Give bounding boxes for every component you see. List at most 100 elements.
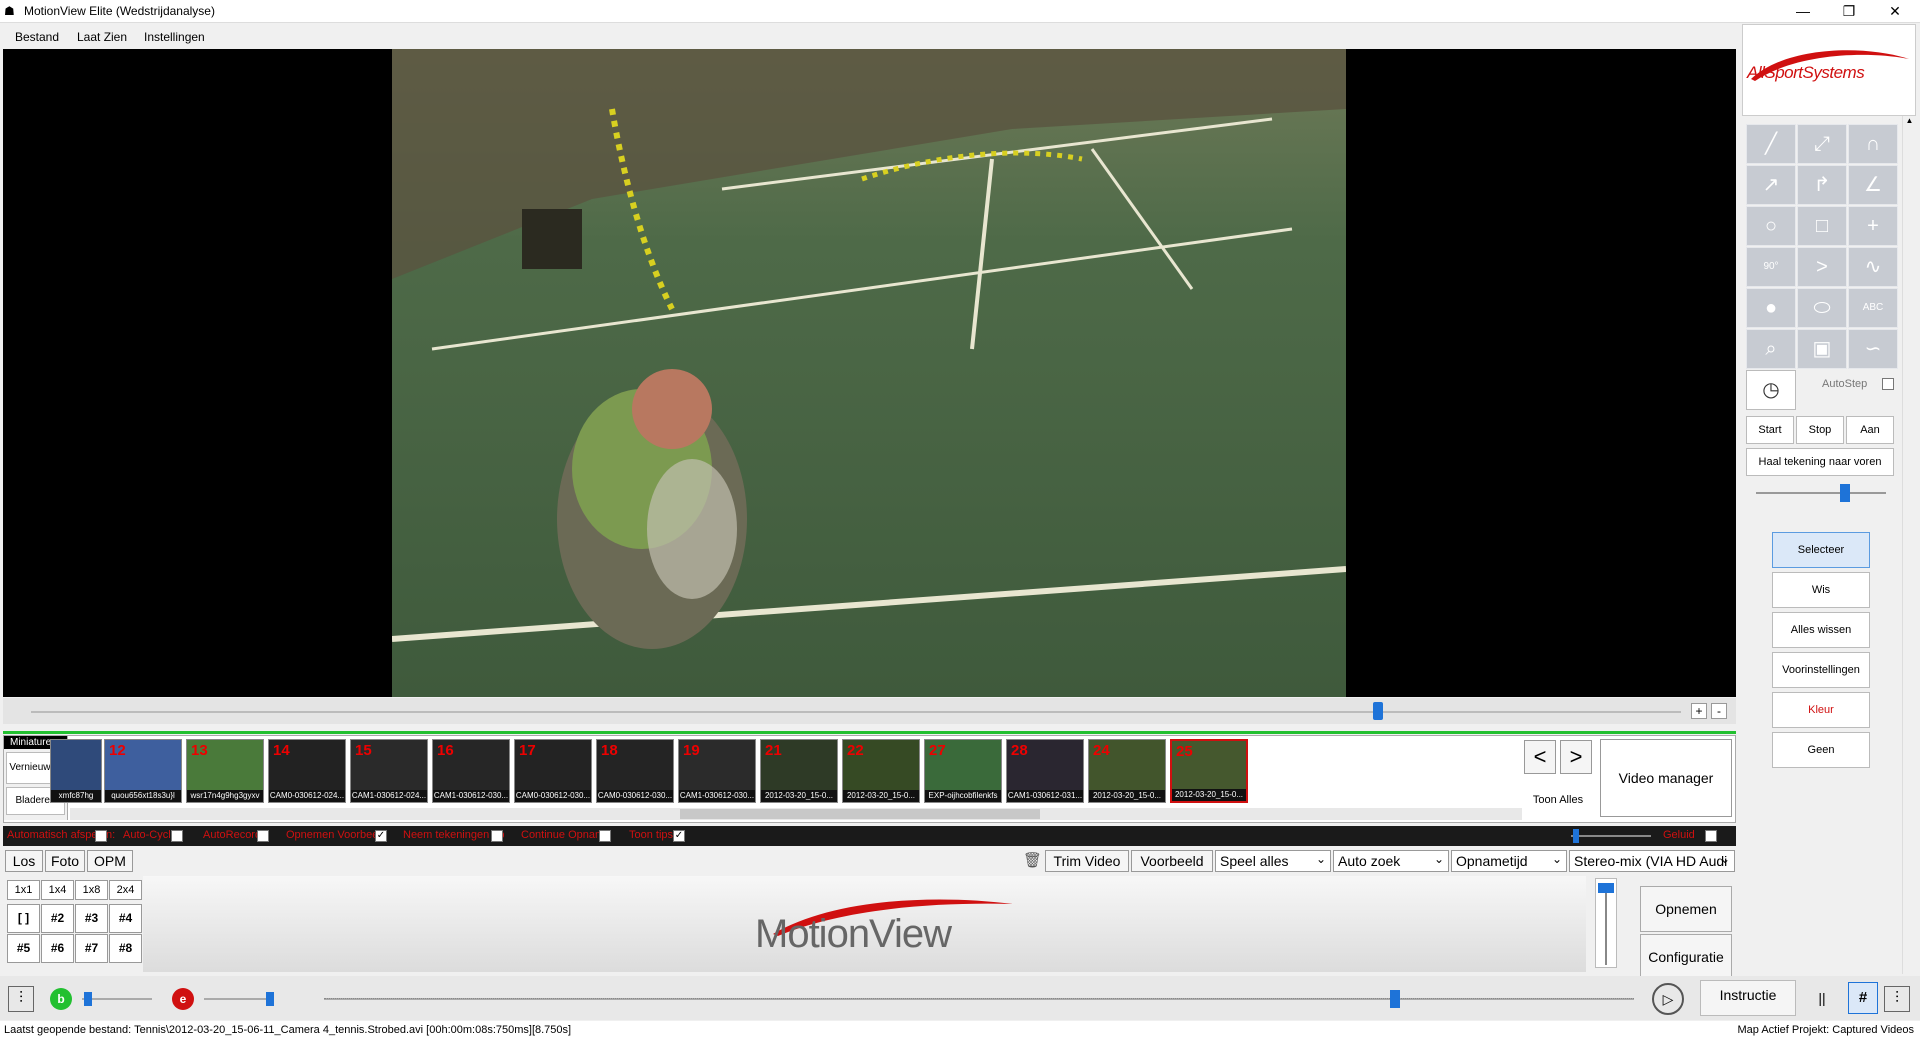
stop-button[interactable]: Stop xyxy=(1796,416,1844,444)
crosshair-icon[interactable]: + xyxy=(1848,206,1898,246)
none-button[interactable]: Geen xyxy=(1772,732,1870,768)
layout-grid-button[interactable]: #8 xyxy=(109,934,142,963)
record-time-dropdown[interactable]: Opnametijd xyxy=(1451,849,1567,872)
spot-icon[interactable]: ● xyxy=(1746,288,1796,328)
play-all-dropdown[interactable]: Speel alles xyxy=(1215,849,1331,872)
layout-grid-button[interactable]: [ ] xyxy=(7,904,40,933)
sound-checkbox[interactable] xyxy=(1705,830,1717,842)
start-button[interactable]: Start xyxy=(1746,416,1794,444)
end-slider-handle[interactable] xyxy=(266,992,274,1006)
zoom-minus-button[interactable]: - xyxy=(1711,703,1727,719)
thumbnail-item[interactable]: 15 CAM1-030612-024... xyxy=(350,739,428,803)
thumbnail-item[interactable]: 28 CAM1-030612-031... xyxy=(1006,739,1084,803)
arc-icon[interactable]: ∩ xyxy=(1848,124,1898,164)
ellipse-filled-icon[interactable]: ⬭ xyxy=(1797,288,1847,328)
minimize-button[interactable]: — xyxy=(1780,0,1826,23)
trash-icon[interactable]: 🗑 xyxy=(1023,851,1042,871)
option-checkbox[interactable] xyxy=(491,830,503,842)
color-button[interactable]: Kleur xyxy=(1772,692,1870,728)
thumbnail-item[interactable]: 13 wsr17n4g9hg3gyxv xyxy=(186,739,264,803)
menu-bestand[interactable]: Bestand xyxy=(15,30,59,44)
mixer-right-icon[interactable]: ⫶ xyxy=(1884,986,1910,1012)
show-all-button[interactable]: Toon Alles xyxy=(1524,794,1592,806)
timer-icon[interactable]: ◷ xyxy=(1746,370,1796,410)
next-thumbnails-button[interactable]: > xyxy=(1560,740,1592,774)
timeline-track[interactable] xyxy=(324,998,1634,1000)
aan-button[interactable]: Aan xyxy=(1846,416,1894,444)
layout-grid-button[interactable]: #4 xyxy=(109,904,142,933)
thumbnail-item[interactable]: 19 CAM1-030612-030... xyxy=(678,739,756,803)
rectangle-icon[interactable]: □ xyxy=(1797,206,1847,246)
arrow-icon[interactable]: ↗ xyxy=(1746,165,1796,205)
thumbnail-item[interactable]: 18 CAM0-030612-030... xyxy=(596,739,674,803)
right-scrollbar[interactable]: ▲ xyxy=(1902,116,1916,974)
thumbnail-item[interactable]: 25 2012-03-20_15-0... xyxy=(1170,739,1248,803)
record-button[interactable]: Opnemen xyxy=(1640,886,1732,932)
mixer-icon[interactable]: ⫶ xyxy=(8,986,34,1012)
thumbnail-scroll-thumb[interactable] xyxy=(680,809,1040,819)
angle-icon[interactable]: > xyxy=(1797,247,1847,287)
thumbnail-item[interactable]: 24 2012-03-20_15-0... xyxy=(1088,739,1166,803)
erase-button[interactable]: Wis xyxy=(1772,572,1870,608)
layout-grid-button[interactable]: #2 xyxy=(41,904,74,933)
option-checkbox[interactable] xyxy=(257,830,269,842)
option-checkbox[interactable] xyxy=(171,830,183,842)
video-scrub-bar[interactable]: + - xyxy=(3,698,1736,724)
layout-grid-button[interactable]: #5 xyxy=(7,934,40,963)
layout-grid-button[interactable]: 1x8 xyxy=(75,880,108,900)
play-icon[interactable]: ▷ xyxy=(1652,983,1684,1015)
menu-instellingen[interactable]: Instellingen xyxy=(144,30,205,44)
configuration-button[interactable]: Configuratie xyxy=(1640,934,1732,980)
angle-90-icon[interactable]: 90° xyxy=(1746,247,1796,287)
angle-line-icon[interactable]: ∠ xyxy=(1848,165,1898,205)
thumbnail-scrollbar[interactable] xyxy=(70,808,1522,820)
option-checkbox[interactable] xyxy=(95,830,107,842)
record-level-handle[interactable] xyxy=(1598,883,1614,893)
bring-to-front-button[interactable]: Haal tekening naar voren xyxy=(1746,448,1894,476)
magnifier-icon[interactable]: ⌕ xyxy=(1746,329,1796,369)
preview-button[interactable]: Voorbeeld xyxy=(1131,850,1213,872)
instruction-button[interactable]: Instructie xyxy=(1700,980,1796,1016)
thumbnail-item[interactable]: 12 quou656xt18s3u}l xyxy=(104,739,182,803)
option-checkbox[interactable]: ✓ xyxy=(673,830,685,842)
option-checkbox[interactable] xyxy=(599,830,611,842)
path-star-icon[interactable]: ∽ xyxy=(1848,329,1898,369)
thumbnail-item[interactable]: 16 CAM1-030612-030... xyxy=(432,739,510,803)
menu-laat-zien[interactable]: Laat Zien xyxy=(77,30,127,44)
restore-button[interactable]: ❐ xyxy=(1826,0,1872,23)
layout-grid-button[interactable]: 2x4 xyxy=(109,880,142,900)
curved-arrow-icon[interactable]: ↱ xyxy=(1797,165,1847,205)
option-checkbox[interactable]: ✓ xyxy=(375,830,387,842)
zoom-plus-button[interactable]: + xyxy=(1691,703,1707,719)
audio-device-dropdown[interactable]: Stereo-mix (VIA HD Audi xyxy=(1569,849,1735,872)
thumbnail-item[interactable]: 14 CAM0-030612-024... xyxy=(268,739,346,803)
los-button[interactable]: Los xyxy=(5,850,43,872)
curve-icon[interactable]: ∿ xyxy=(1848,247,1898,287)
record-level-slider[interactable] xyxy=(1595,878,1617,968)
auto-search-dropdown[interactable]: Auto zoek xyxy=(1333,849,1449,872)
line-icon[interactable]: ╱ xyxy=(1746,124,1796,164)
scrub-handle[interactable] xyxy=(1373,702,1383,720)
screen-icon[interactable]: ▣ xyxy=(1797,329,1847,369)
begin-slider-handle[interactable] xyxy=(84,992,92,1006)
layout-grid-button[interactable]: 1x4 xyxy=(41,880,74,900)
layout-grid-button[interactable]: #7 xyxy=(75,934,108,963)
opm-button[interactable]: OPM xyxy=(87,850,133,872)
timeline-handle[interactable] xyxy=(1390,990,1400,1008)
text-abc-icon[interactable]: ABC xyxy=(1848,288,1898,328)
grid-toggle-button[interactable]: # xyxy=(1848,982,1878,1014)
presets-button[interactable]: Voorinstellingen xyxy=(1772,652,1870,688)
thumbnail-item[interactable]: 27 EXP-oijhcobfilenkfs xyxy=(924,739,1002,803)
select-button[interactable]: Selecteer xyxy=(1772,532,1870,568)
layout-grid-button[interactable]: #6 xyxy=(41,934,74,963)
layout-grid-button[interactable]: #3 xyxy=(75,904,108,933)
volume-slider-handle[interactable] xyxy=(1573,829,1579,843)
line-point-icon[interactable]: ⤢ xyxy=(1797,124,1847,164)
begin-marker-button[interactable]: b xyxy=(50,988,72,1010)
thumbnail-item[interactable]: xmfc87hg xyxy=(50,739,102,803)
prev-thumbnails-button[interactable]: < xyxy=(1524,740,1556,774)
layout-grid-button[interactable]: 1x1 xyxy=(7,880,40,900)
video-manager-button[interactable]: Video manager xyxy=(1600,739,1732,817)
erase-all-button[interactable]: Alles wissen xyxy=(1772,612,1870,648)
pause-button[interactable]: || xyxy=(1800,980,1844,1016)
